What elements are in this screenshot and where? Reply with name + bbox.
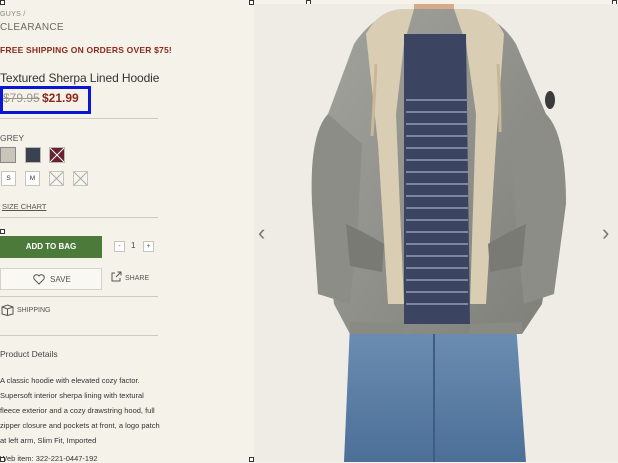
- product-description: A classic hoodie with elevated cozy fact…: [0, 376, 160, 445]
- unavailable-x-icon: [73, 171, 88, 186]
- quantity-decrease-button[interactable]: -: [114, 241, 125, 252]
- selection-handle: [0, 229, 5, 234]
- free-shipping-promo: FREE SHIPPING ON ORDERS OVER $75!: [0, 45, 172, 55]
- quantity-increase-button[interactable]: +: [143, 241, 154, 252]
- size-s[interactable]: S: [1, 171, 16, 186]
- product-title: Textured Sherpa Lined Hoodie: [0, 71, 160, 85]
- size-unavailable[interactable]: [73, 171, 88, 186]
- sale-price: $21.99: [42, 91, 79, 105]
- divider: [0, 118, 158, 119]
- unavailable-x-icon: [49, 171, 64, 186]
- size-chart-link[interactable]: SIZE CHART: [2, 202, 46, 211]
- share-icon[interactable]: [111, 271, 122, 282]
- breadcrumb-current[interactable]: CLEARANCE: [0, 22, 64, 33]
- product-image[interactable]: ‹ ›: [254, 4, 618, 462]
- shipping-link[interactable]: SHIPPING: [17, 307, 50, 314]
- chevron-left-icon[interactable]: ‹: [258, 220, 265, 246]
- product-info-panel: GUYS / CLEARANCE FREE SHIPPING ON ORDERS…: [0, 0, 250, 463]
- selection-handle: [0, 457, 5, 462]
- save-label: SAVE: [50, 275, 71, 284]
- add-to-bag-button[interactable]: ADD TO BAG: [0, 236, 102, 258]
- heart-icon: [33, 274, 45, 285]
- size-m[interactable]: M: [25, 171, 40, 186]
- swatch-grey[interactable]: [0, 147, 16, 163]
- quantity-value[interactable]: 1: [131, 241, 135, 250]
- shipping-box-icon: [1, 304, 14, 316]
- breadcrumb-parent[interactable]: GUYS /: [0, 11, 26, 18]
- swatch-burgundy[interactable]: [49, 147, 65, 163]
- divider: [0, 335, 158, 336]
- hoodie-model-image: [254, 4, 618, 462]
- swatch-navy[interactable]: [25, 147, 41, 163]
- chevron-right-icon[interactable]: ›: [602, 220, 609, 246]
- size-unavailable[interactable]: [49, 171, 64, 186]
- save-button[interactable]: SAVE: [0, 268, 102, 290]
- share-link[interactable]: SHARE: [125, 275, 149, 282]
- product-details-heading: Product Details: [0, 349, 58, 359]
- unavailable-x-icon: [49, 147, 65, 163]
- selection-handle: [0, 0, 5, 5]
- divider: [0, 296, 158, 297]
- divider: [0, 217, 158, 218]
- original-price: $79.95: [3, 91, 40, 105]
- selected-color-label: GREY: [0, 133, 25, 143]
